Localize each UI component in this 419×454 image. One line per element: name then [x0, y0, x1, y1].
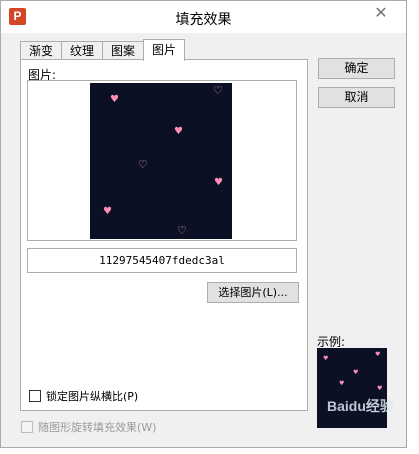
tab-texture[interactable]: 纹理 — [61, 41, 104, 61]
heart-icon: ♥ — [174, 126, 183, 137]
lock-aspect-ratio-row[interactable]: 锁定图片纵横比(P) — [29, 389, 138, 403]
cancel-button[interactable]: 取消 — [318, 87, 395, 108]
tab-strip: 渐变 纹理 图案 图片 — [20, 39, 186, 61]
heart-outline-icon: ♡ — [213, 84, 223, 97]
dialog-title: 填充效果 — [175, 12, 232, 28]
ok-button[interactable]: 确定 — [318, 58, 395, 79]
heart-icon: ♥ — [375, 351, 381, 358]
tab-gradient[interactable]: 渐变 — [20, 41, 63, 61]
picture-tab-panel: 图片: ♥ ♡ ♥ ♡ ♥ ♥ ♡ 11297545407fdedc3al 选择… — [20, 59, 308, 411]
tab-picture[interactable]: 图片 — [143, 39, 186, 61]
heart-outline-icon: ♡ — [138, 158, 148, 171]
picture-preview-box: ♥ ♡ ♥ ♡ ♥ ♥ ♡ — [27, 80, 297, 241]
heart-outline-icon: ♡ — [177, 224, 187, 237]
heart-icon: ♥ — [110, 94, 119, 105]
heart-icon: ♥ — [353, 369, 359, 376]
tab-pattern[interactable]: 图案 — [102, 41, 145, 61]
heart-icon: ♥ — [103, 206, 112, 217]
title-bar: P 填充效果 ✕ — [1, 1, 406, 33]
rotate-with-shape-label: 随图形旋转填充效果(W) — [38, 421, 157, 434]
fill-effects-dialog: P 填充效果 ✕ 渐变 纹理 图案 图片 图片: ♥ ♡ ♥ ♡ ♥ ♥ ♡ 1… — [0, 0, 407, 448]
heart-icon: ♥ — [339, 380, 345, 387]
lock-aspect-ratio-checkbox[interactable] — [29, 390, 41, 402]
heart-icon: ♥ — [323, 355, 329, 362]
close-button[interactable]: ✕ — [364, 3, 398, 23]
example-preview-image: ♥ ♥ ♥ ♥ ♥ — [317, 348, 387, 428]
select-picture-button[interactable]: 选择图片(L)... — [207, 282, 299, 303]
heart-icon: ♥ — [214, 177, 223, 188]
selected-picture-image: ♥ ♡ ♥ ♡ ♥ ♥ ♡ — [90, 83, 232, 239]
lock-aspect-ratio-label[interactable]: 锁定图片纵横比(P) — [46, 388, 138, 404]
picture-filename-field: 11297545407fdedc3al — [27, 248, 297, 273]
baidu-watermark: Baidu经验 — [327, 398, 394, 414]
heart-icon: ♥ — [377, 385, 383, 392]
rotate-with-shape-checkbox — [21, 421, 33, 433]
rotate-with-shape-row: 随图形旋转填充效果(W) — [21, 420, 156, 434]
